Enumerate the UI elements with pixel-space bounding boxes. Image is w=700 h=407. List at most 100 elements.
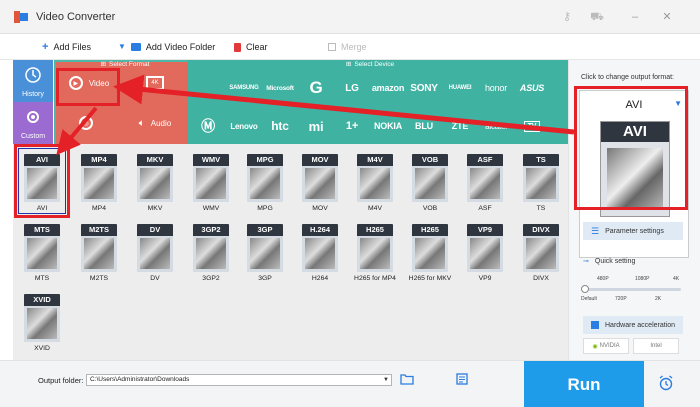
key-icon[interactable]: ⚷ [560,10,574,24]
format-3gp2[interactable]: 3GP2 3GP2 [186,220,236,286]
device-panel: SAMSUNG Microsoft G LG amazon SONY HUAWE… [188,60,568,144]
mov-format-icon: MOV [302,154,338,202]
nvidia-option[interactable]: ◉ NVIDIA [583,338,629,354]
format-mts[interactable]: MTS MTS [17,220,67,286]
quick-setting-label: ⊸ Quick setting [583,257,636,266]
format-mp4[interactable]: MP4 MP4 [74,150,124,216]
category-web[interactable]: ◎ [56,102,122,144]
format-mov[interactable]: MOV MOV [295,150,345,216]
chevron-down-icon[interactable]: ▼ [383,375,389,385]
device-microsoft[interactable]: Microsoft [264,72,296,104]
video-category-highlight [56,68,120,106]
format-asf[interactable]: ASF ASF [460,150,510,216]
sidebar: History Custom [13,60,53,144]
h264-format-icon: H.264 [302,224,338,272]
format-wmv[interactable]: WMV WMV [186,150,236,216]
nvidia-logo-icon: ◉ [592,343,598,350]
device-motorola[interactable]: Ⓜ [192,110,224,142]
mkv-format-icon: MKV [137,154,173,202]
quality-slider-handle[interactable] [581,285,589,293]
format-ts[interactable]: TS TS [516,150,566,216]
custom-button[interactable]: Custom [13,102,53,144]
select-format-header: ⊞ Select Format [100,60,150,69]
output-format-label: Click to change output format: [581,74,674,81]
parameter-settings-button[interactable]: ☰ Parameter settings [583,222,683,240]
device-tv[interactable]: TV [516,110,548,142]
bottom-bar: Output folder: C:\Users\Administrator\Do… [0,360,700,407]
alarm-clock-icon[interactable] [658,375,674,391]
history-button[interactable]: History [13,60,53,102]
output-folder-field[interactable]: C:\Users\Administrator\Downloads ▼ [86,374,392,386]
merge-button[interactable]: Merge [328,40,367,54]
category-hd[interactable]: 4K [122,62,188,104]
device-google[interactable]: G [300,72,332,104]
open-folder-icon[interactable] [400,373,414,385]
format-dv[interactable]: DV DV [130,220,180,286]
sliders-icon: ☰ [591,225,600,236]
h265-mkv-format-icon: H265 [412,224,448,272]
app-title: Video Converter [36,11,116,23]
trash-icon [234,42,241,52]
ts-format-icon: TS [523,154,559,202]
format-h265-mp4[interactable]: H265 H265 for MP4 [350,220,400,286]
device-nokia[interactable]: NOKIA [372,110,404,142]
dv-format-icon: DV [137,224,173,272]
format-divx[interactable]: DIVX DIVX [516,220,566,286]
3gp2-format-icon: 3GP2 [193,224,229,272]
device-oneplus[interactable]: 1+ [336,110,368,142]
format-vp9[interactable]: VP9 VP9 [460,220,510,286]
mts-format-icon: MTS [24,224,60,272]
hd-video-icon: 4K [146,76,164,90]
device-sony[interactable]: SONY [408,72,440,104]
add-files-button[interactable]: + Add Files [42,40,91,54]
format-vob[interactable]: VOB VOB [405,150,455,216]
folder-icon [130,43,141,51]
run-button[interactable]: Run [524,361,644,407]
device-xiaomi[interactable]: mi [300,110,332,142]
motorola-icon: Ⓜ [201,118,215,134]
device-zte[interactable]: ZTE [444,110,476,142]
quality-slider[interactable] [581,285,681,293]
format-m4v[interactable]: M4V M4V [350,150,400,216]
asf-format-icon: ASF [467,154,503,202]
add-video-folder-button[interactable]: ▼ Add Video Folder [118,40,215,54]
plus-icon: + [42,40,49,53]
device-asus[interactable]: ASUS [516,72,548,104]
format-m2ts[interactable]: M2TS M2TS [74,220,124,286]
merge-icon [328,43,336,51]
device-htc[interactable]: htc [264,110,296,142]
minimize-icon[interactable]: – [628,10,642,24]
close-icon[interactable]: ✕ [660,10,674,24]
format-xvid[interactable]: XVID XVID [17,290,67,356]
toolbar: + Add Files ▼ Add Video Folder Clear Mer… [0,34,700,60]
3gp-format-icon: 3GP [247,224,283,272]
cart-icon[interactable]: ⛟ [590,10,604,24]
device-alcatel[interactable]: alcatel [480,110,512,142]
file-list-icon[interactable] [455,373,469,385]
clear-button[interactable]: Clear [234,40,268,54]
device-samsung[interactable]: SAMSUNG [228,72,260,104]
device-apple[interactable] [192,72,224,104]
h265-mp4-format-icon: H265 [357,224,393,272]
speaker-icon: 🔈︎ [138,117,145,129]
device-honor[interactable]: honor [480,72,512,104]
hardware-acceleration-button[interactable]: Hardware acceleration [583,316,683,334]
device-blu[interactable]: BLU [408,110,440,142]
format-h265-mkv[interactable]: H265 H265 for MKV [405,220,455,286]
category-audio[interactable]: 🔈︎ Audio [122,102,188,144]
format-mpg[interactable]: MPG MPG [240,150,290,216]
format-h264[interactable]: H.264 H264 [295,220,345,286]
select-device-header: ⊞ Select Device [345,60,395,69]
device-lg[interactable]: LG [336,72,368,104]
tv-icon: TV [523,120,541,132]
device-huawei[interactable]: HUAWEI [444,72,476,104]
title-bar: Video Converter ⚷ ⛟ – ✕ [0,0,700,34]
format-mkv[interactable]: MKV MKV [130,150,180,216]
format-3gp[interactable]: 3GP 3GP [240,220,290,286]
intel-option[interactable]: Intel [633,338,679,354]
expand-icon: ⊞ [100,61,106,68]
mpg-format-icon: MPG [247,154,283,202]
device-amazon[interactable]: amazon [372,72,405,104]
quick-setting-icon: ⊸ [583,258,589,265]
device-lenovo[interactable]: Lenovo [228,110,260,142]
